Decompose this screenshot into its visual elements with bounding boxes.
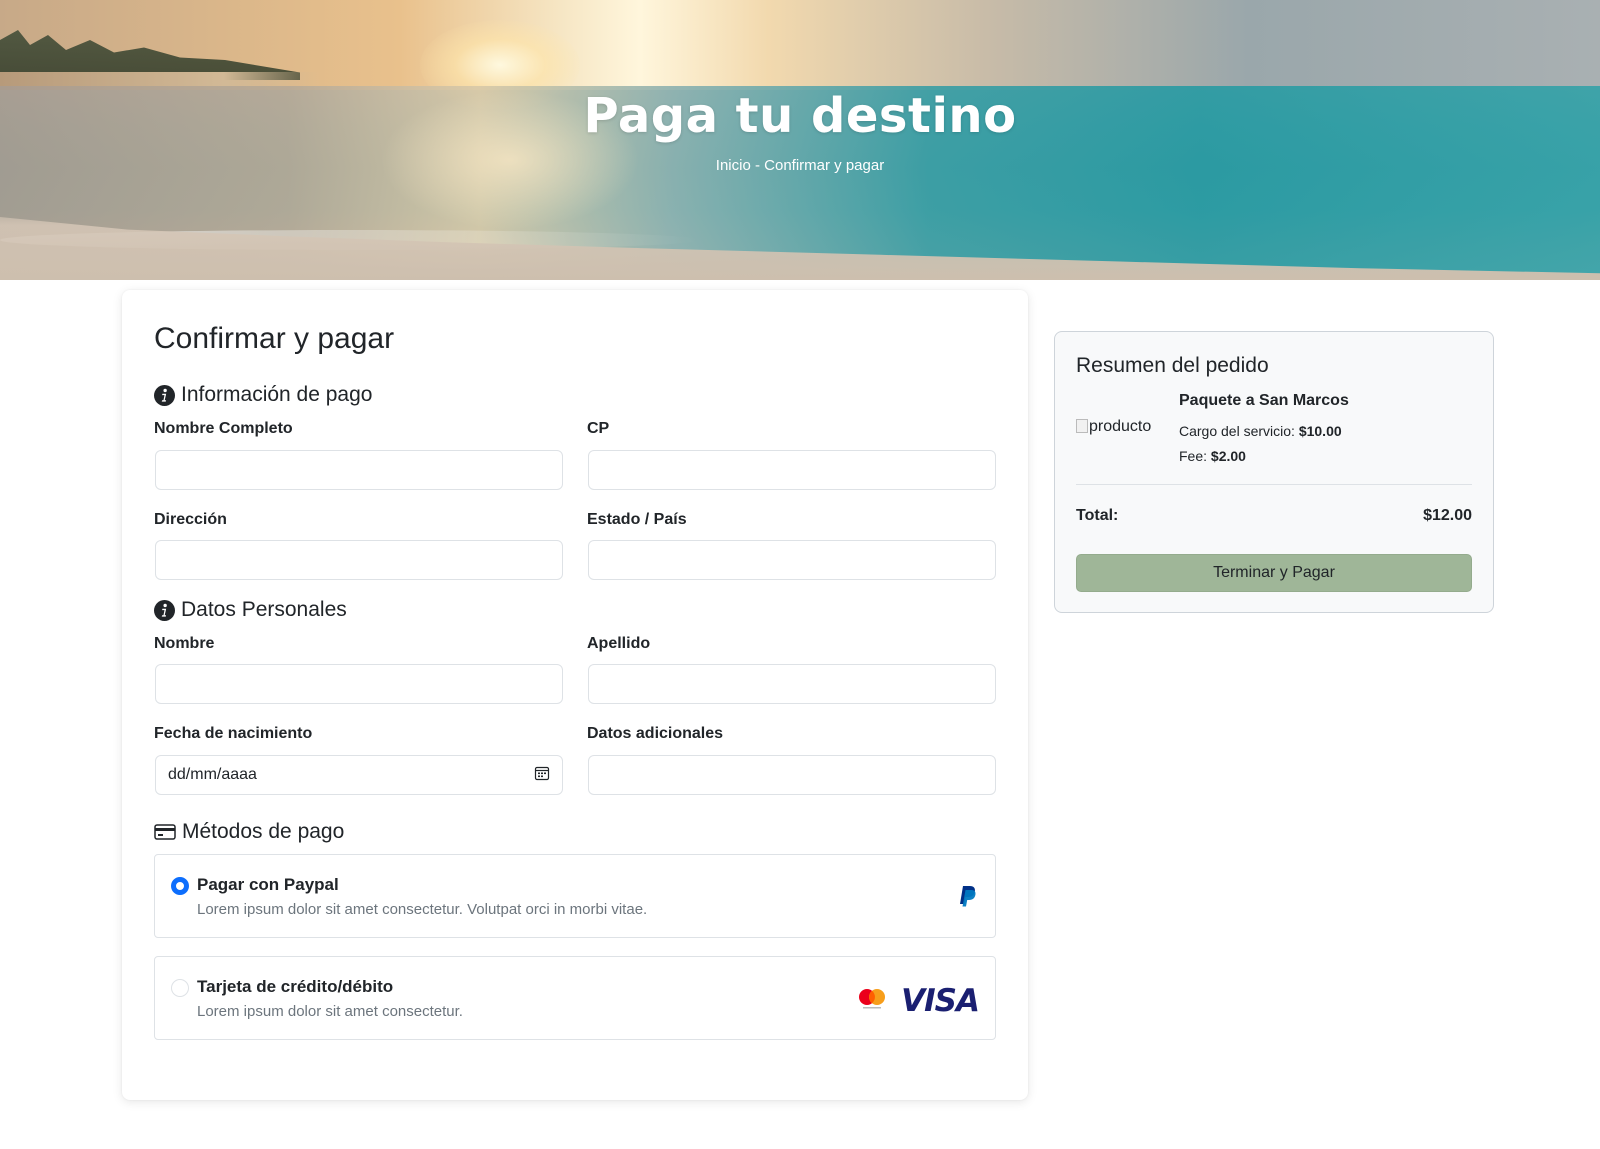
state-country-label: Estado / País bbox=[587, 511, 687, 528]
last-name-label: Apellido bbox=[587, 635, 651, 652]
service-charge-line: Cargo del servicio: $10.00 bbox=[1179, 423, 1342, 439]
birthdate-input[interactable]: dd/mm/aaaa bbox=[155, 755, 563, 795]
full-name-label: Nombre Completo bbox=[154, 420, 293, 437]
first-name-label: Nombre bbox=[154, 635, 215, 652]
fee-label: Fee: bbox=[1179, 448, 1211, 464]
card-option-description: Lorem ipsum dolor sit amet consectetur. bbox=[197, 1003, 463, 1020]
state-country-input[interactable] bbox=[588, 540, 996, 580]
breadcrumb-separator: - bbox=[750, 157, 765, 174]
product-image: producto bbox=[1076, 418, 1151, 436]
address-label: Dirección bbox=[154, 511, 227, 528]
payment-methods-heading: Métodos de pago bbox=[154, 820, 344, 844]
full-name-input[interactable] bbox=[155, 450, 563, 490]
breadcrumb-current: Confirmar y pagar bbox=[764, 157, 885, 174]
product-name: Paquete a San Marcos bbox=[1179, 392, 1349, 409]
calendar-icon[interactable] bbox=[534, 765, 550, 786]
paypal-icon bbox=[957, 885, 977, 914]
paypal-option-title: Pagar con Paypal bbox=[197, 875, 339, 894]
order-summary: Resumen del pedido producto Paquete a Sa… bbox=[1054, 331, 1494, 613]
payment-info-heading: Información de pago bbox=[154, 383, 372, 407]
card-radio[interactable] bbox=[171, 979, 189, 997]
finish-and-pay-button[interactable]: Terminar y Pagar bbox=[1076, 554, 1472, 592]
extra-data-label: Datos adicionales bbox=[587, 725, 724, 742]
total-label: Total: bbox=[1076, 507, 1119, 524]
checkout-title: Confirmar y pagar bbox=[154, 322, 395, 355]
paypal-option-description: Lorem ipsum dolor sit amet consectetur. … bbox=[197, 901, 648, 918]
payment-option-card[interactable]: Tarjeta de crédito/débito Lorem ipsum do… bbox=[154, 956, 996, 1040]
broken-image-icon bbox=[1076, 419, 1088, 433]
breadcrumb-home-link[interactable]: Inicio bbox=[716, 157, 751, 174]
hero-banner: Paga tu destino Inicio - Confirmar y pag… bbox=[0, 0, 1600, 280]
birthdate-placeholder: dd/mm/aaaa bbox=[168, 766, 257, 783]
page-title: Paga tu destino bbox=[583, 88, 1017, 144]
info-icon bbox=[154, 599, 175, 621]
address-input[interactable] bbox=[155, 540, 563, 580]
mastercard-icon bbox=[857, 987, 887, 1016]
cp-input[interactable] bbox=[588, 450, 996, 490]
last-name-input[interactable] bbox=[588, 664, 996, 704]
total-value: $12.00 bbox=[1423, 507, 1472, 524]
checkout-card: Confirmar y pagar Información de pago No… bbox=[122, 290, 1028, 1100]
personal-data-heading-text: Datos Personales bbox=[181, 598, 347, 621]
summary-divider bbox=[1076, 484, 1472, 485]
service-charge-value: $10.00 bbox=[1298, 423, 1342, 439]
card-option-title: Tarjeta de crédito/débito bbox=[197, 977, 394, 996]
payment-option-paypal[interactable]: Pagar con Paypal Lorem ipsum dolor sit a… bbox=[154, 854, 996, 938]
breadcrumb: Inicio - Confirmar y pagar bbox=[0, 157, 1600, 174]
birthdate-label: Fecha de nacimiento bbox=[154, 725, 313, 742]
paypal-radio[interactable] bbox=[171, 877, 189, 895]
payment-info-heading-text: Información de pago bbox=[181, 383, 373, 406]
order-summary-title: Resumen del pedido bbox=[1076, 354, 1269, 377]
first-name-input[interactable] bbox=[155, 664, 563, 704]
info-icon bbox=[154, 384, 175, 406]
credit-card-icon bbox=[154, 823, 176, 841]
fee-line: Fee: $2.00 bbox=[1179, 448, 1246, 464]
payment-methods-heading-text: Métodos de pago bbox=[182, 820, 345, 843]
cp-label: CP bbox=[587, 420, 610, 437]
personal-data-heading: Datos Personales bbox=[154, 598, 347, 622]
fee-value: $2.00 bbox=[1210, 448, 1246, 464]
service-charge-label: Cargo del servicio: bbox=[1179, 423, 1299, 439]
product-image-alt: producto bbox=[1089, 418, 1152, 435]
extra-data-input[interactable] bbox=[588, 755, 996, 795]
visa-icon: VISA bbox=[901, 983, 980, 1019]
